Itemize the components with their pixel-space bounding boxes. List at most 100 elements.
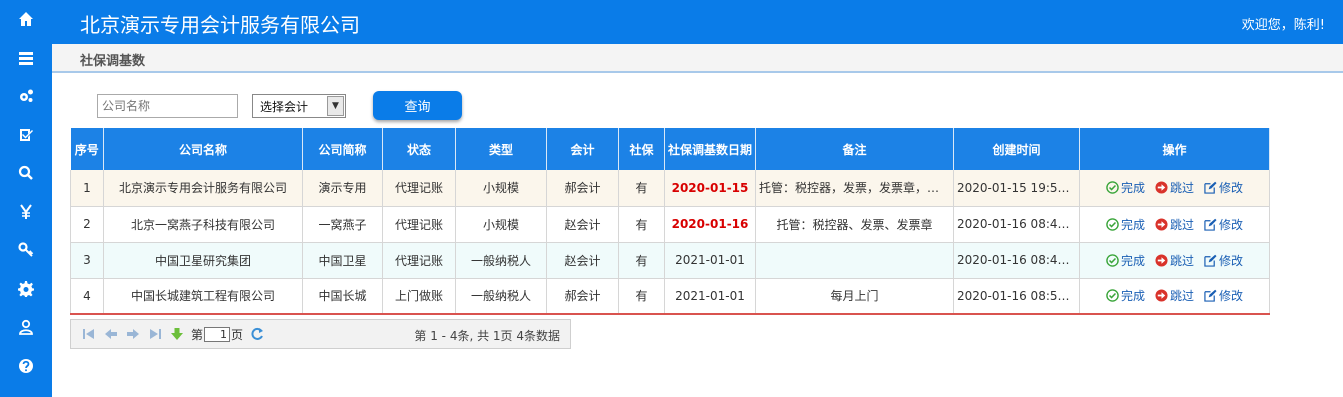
page-number-input[interactable]: 1 bbox=[204, 326, 231, 342]
column-header[interactable]: 序号 bbox=[70, 128, 104, 170]
column-header[interactable]: 公司名称 bbox=[103, 128, 303, 170]
edit-action-link[interactable]: 修改 bbox=[1204, 216, 1243, 233]
table-row[interactable]: 2 北京一窝燕子科技有限公司 一窝燕子 代理记账 小规模 赵会计有 2020-01-16 托管… bbox=[70, 206, 1270, 243]
cell-note: 每月上门 bbox=[755, 278, 954, 315]
accountant-select[interactable]: 选择会计 ▼ bbox=[252, 94, 346, 118]
column-header[interactable]: 社保调基数日期 bbox=[664, 128, 756, 170]
cell-base-adjust-date: 2020-01-15 bbox=[664, 170, 756, 207]
skip-action-link[interactable]: 跳过 bbox=[1155, 179, 1194, 196]
refresh-button[interactable] bbox=[249, 326, 265, 342]
last-page-icon bbox=[150, 329, 161, 339]
next-page-button[interactable] bbox=[125, 326, 141, 342]
table-row[interactable]: 1 北京演示专用会计服务有限公司 演示专用 代理记账 小规模 郝会计有 2020-01-15… bbox=[70, 170, 1270, 207]
cell-status: 上门做账 bbox=[382, 278, 456, 315]
done-action-link[interactable]: 完成 bbox=[1106, 252, 1145, 269]
arrow-down-green-icon bbox=[171, 328, 183, 340]
chevron-down-icon: ▼ bbox=[327, 96, 344, 116]
sidebar-item-home[interactable] bbox=[0, 0, 52, 39]
arrow-right-icon bbox=[127, 329, 139, 339]
arrow-circle-right-icon bbox=[1155, 181, 1168, 194]
skip-action-label: 跳过 bbox=[1169, 217, 1194, 232]
go-page-button[interactable] bbox=[169, 326, 185, 342]
cell-company-short: 中国卫星 bbox=[302, 242, 383, 279]
query-button[interactable]: 查询 bbox=[373, 91, 462, 120]
cell-note bbox=[755, 242, 954, 279]
page-prefix: 第 bbox=[191, 327, 204, 342]
sidebar-item-finance[interactable] bbox=[0, 193, 52, 232]
done-action-link[interactable]: 完成 bbox=[1106, 287, 1145, 304]
welcome-text: 欢迎您，陈利! bbox=[1241, 18, 1325, 33]
skip-action-link[interactable]: 跳过 bbox=[1155, 216, 1194, 233]
pager-info: 第 1 - 4条, 共 1页 4条数据 bbox=[414, 329, 560, 343]
first-page-button[interactable] bbox=[81, 326, 97, 342]
column-header[interactable]: 类型 bbox=[455, 128, 547, 170]
cell-company-name: 北京一窝燕子科技有限公司 bbox=[103, 206, 303, 243]
cell-type: 小规模 bbox=[455, 206, 547, 243]
cell-note: 托管：税控器，发票，发票章，打... bbox=[755, 170, 954, 207]
search-icon bbox=[18, 166, 33, 181]
table-header-row: 序号 公司名称 公司简称 状态 类型 会计 社保 社保调基数日期 备注 创建时间… bbox=[70, 128, 1270, 170]
user-icon bbox=[19, 320, 33, 336]
data-table: 序号 公司名称 公司简称 状态 类型 会计 社保 社保调基数日期 备注 创建时间… bbox=[70, 128, 1270, 315]
done-action-label: 完成 bbox=[1120, 217, 1145, 232]
check-circle-icon bbox=[1106, 217, 1119, 231]
cell-created-time: 2020-01-16 08:51:26 bbox=[953, 278, 1080, 315]
page-title-bar: 社保调基数 bbox=[52, 44, 1343, 73]
sidebar-item-search[interactable] bbox=[0, 154, 52, 193]
edit-action-link[interactable]: 修改 bbox=[1204, 179, 1243, 196]
column-header[interactable]: 备注 bbox=[755, 128, 954, 170]
page-suffix: 页 bbox=[231, 327, 244, 342]
sidebar-item-settings[interactable] bbox=[0, 270, 52, 309]
cell-created-time: 2020-01-16 08:42:35 bbox=[953, 206, 1080, 243]
cell-company-short: 演示专用 bbox=[302, 170, 383, 207]
sidebar-item-server[interactable] bbox=[0, 39, 52, 78]
column-header[interactable]: 公司简称 bbox=[302, 128, 383, 170]
app-title: 北京演示专用会计服务有限公司 bbox=[80, 13, 360, 37]
yen-icon bbox=[20, 204, 32, 219]
sidebar-item-help[interactable] bbox=[0, 347, 52, 386]
sidebar bbox=[0, 0, 52, 397]
skip-action-label: 跳过 bbox=[1169, 253, 1194, 268]
cell-actions: 完成 跳过 修改 bbox=[1079, 170, 1270, 207]
sidebar-item-check[interactable] bbox=[0, 116, 52, 155]
column-header[interactable]: 创建时间 bbox=[953, 128, 1080, 170]
edit-action-label: 修改 bbox=[1219, 289, 1244, 304]
cell-accountant: 郝会计 bbox=[546, 278, 619, 315]
edit-action-label: 修改 bbox=[1219, 253, 1244, 268]
edit-action-link[interactable]: 修改 bbox=[1204, 252, 1243, 269]
prev-page-button[interactable] bbox=[103, 326, 119, 342]
check-circle-icon bbox=[1106, 253, 1119, 267]
first-page-icon bbox=[83, 329, 94, 339]
cell-status: 代理记账 bbox=[382, 206, 456, 243]
done-action-link[interactable]: 完成 bbox=[1106, 179, 1145, 196]
skip-action-link[interactable]: 跳过 bbox=[1155, 287, 1194, 304]
sidebar-item-key[interactable] bbox=[0, 231, 52, 270]
gear-icon bbox=[18, 280, 34, 297]
cell-type: 小规模 bbox=[455, 170, 547, 207]
last-page-button[interactable] bbox=[147, 326, 163, 342]
column-header[interactable]: 状态 bbox=[382, 128, 456, 170]
column-header[interactable]: 社保 bbox=[618, 128, 665, 170]
skip-action-link[interactable]: 跳过 bbox=[1155, 252, 1194, 269]
done-action-link[interactable]: 完成 bbox=[1106, 216, 1145, 233]
table-row[interactable]: 3 中国卫星研究集团 中国卫星 代理记账 一般纳税人 赵会计有 2021-01-01 2020… bbox=[70, 242, 1270, 279]
edit-action-link[interactable]: 修改 bbox=[1204, 287, 1243, 304]
column-header[interactable]: 会计 bbox=[546, 128, 619, 170]
gears-icon bbox=[20, 89, 33, 103]
skip-action-label: 跳过 bbox=[1169, 289, 1194, 304]
edit-icon bbox=[1204, 289, 1217, 302]
key-icon bbox=[18, 242, 34, 257]
check-square-icon bbox=[20, 128, 33, 141]
cell-company-name: 北京演示专用会计服务有限公司 bbox=[103, 170, 303, 207]
table-row[interactable]: 4 中国长城建筑工程有限公司 中国长城 上门做账 一般纳税人 郝会计有 2021-01-01… bbox=[70, 278, 1270, 315]
cell-social-security: 有 bbox=[618, 278, 665, 315]
cell-index: 1 bbox=[70, 170, 104, 207]
sidebar-item-gears[interactable] bbox=[0, 77, 52, 116]
check-circle-icon bbox=[1106, 289, 1119, 303]
cell-company-short: 一窝燕子 bbox=[302, 206, 383, 243]
done-action-label: 完成 bbox=[1120, 289, 1145, 304]
top-header: 北京演示专用会计服务有限公司 欢迎您，陈利! bbox=[52, 0, 1343, 44]
company-name-input[interactable] bbox=[97, 94, 238, 118]
edit-icon bbox=[1204, 254, 1217, 267]
sidebar-item-user[interactable] bbox=[0, 308, 52, 347]
